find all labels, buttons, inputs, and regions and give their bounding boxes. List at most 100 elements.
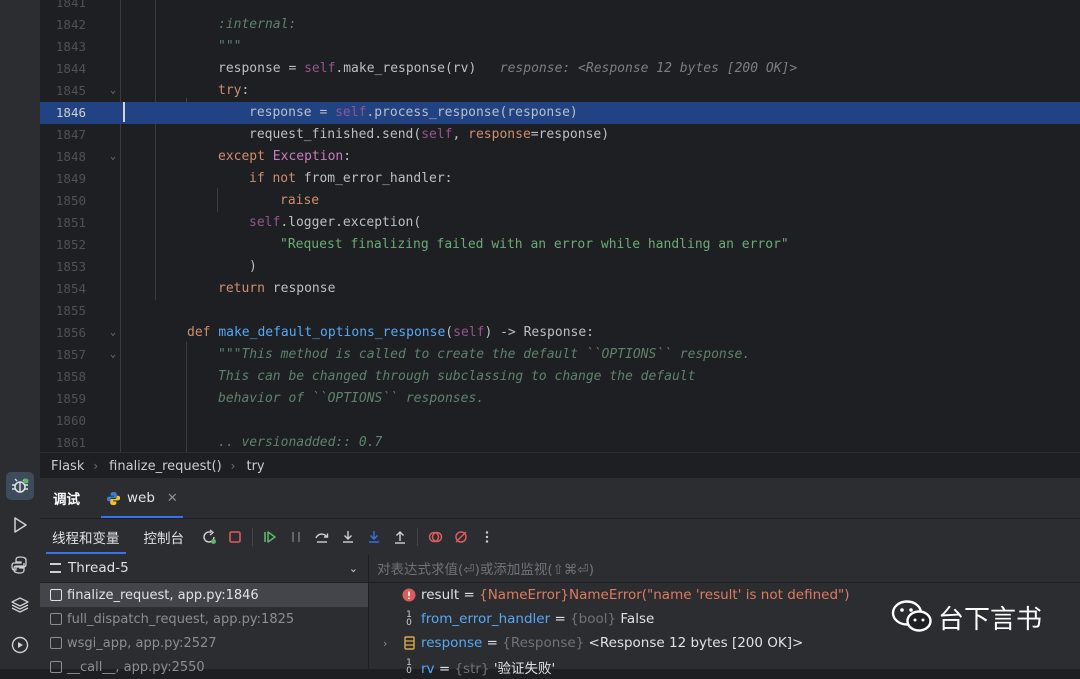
primitive-icon: 10 — [406, 610, 412, 628]
code-token: response — [468, 127, 531, 142]
step-out-button[interactable] — [387, 524, 413, 550]
chevron-right-icon[interactable]: › — [383, 637, 387, 650]
code-line[interactable]: 1846 response = self.process_response(res… — [40, 102, 1080, 124]
pause-button[interactable] — [283, 524, 309, 550]
variable-value: '验证失败' — [493, 661, 556, 677]
code-line[interactable]: 1860 — [40, 410, 1080, 432]
line-number: 1849 — [55, 171, 86, 186]
code-line[interactable]: 1850 raise — [40, 190, 1080, 212]
tab-threads-variables[interactable]: 线程和变量 — [40, 519, 132, 554]
stop-button[interactable] — [222, 524, 248, 550]
line-number: 1846 — [55, 105, 86, 120]
step-into-button[interactable] — [335, 524, 361, 550]
run-tool-button[interactable] — [6, 511, 34, 539]
code-token: response: <Response 12 bytes [200 OK]> — [476, 61, 798, 76]
close-icon[interactable]: ✕ — [167, 491, 178, 506]
fold-marker-icon[interactable]: ⌄ — [110, 344, 120, 366]
variable-row[interactable]: 10 rv = {str} '验证失败' — [369, 655, 1080, 679]
code-line[interactable]: 1843 """ — [40, 36, 1080, 58]
line-number: 1858 — [55, 369, 86, 384]
step-over-button[interactable] — [309, 524, 335, 550]
breakpoints-icon — [428, 531, 443, 542]
debug-tabs: 调试 web ✕ — [40, 478, 1080, 519]
stack-frame[interactable]: wsgi_app, app.py:2527 — [40, 631, 368, 655]
tab-web-session[interactable]: web ✕ — [93, 478, 191, 518]
code-line[interactable]: 1842 :internal: — [40, 14, 1080, 36]
code-line[interactable]: 1853) — [40, 256, 1080, 278]
code-line[interactable]: 1855 — [40, 300, 1080, 322]
code-line[interactable]: 1861 .. versionadded:: 0.7 — [40, 432, 1080, 452]
resume-button[interactable] — [257, 524, 283, 550]
code-line[interactable]: 1851 self.logger.exception( — [40, 212, 1080, 234]
stack-frame[interactable]: __call__, app.py:2550 — [40, 655, 368, 679]
frame-icon — [50, 613, 62, 625]
layers-tool-button[interactable] — [6, 591, 34, 619]
code-line[interactable]: 1856 ⌄ def make_default_options_response(s… — [40, 322, 1080, 344]
code-line[interactable]: 1844 response = self.make_response(rv) re… — [40, 58, 1080, 80]
code-token: request_finished.send( — [249, 127, 422, 142]
code-token: : — [343, 149, 352, 164]
code-token: .make_response(rv) — [335, 61, 477, 76]
code-text: self.logger.exception( — [249, 212, 421, 234]
code-token: .. versionadded:: 0.7 — [218, 435, 383, 450]
line-number: 1844 — [55, 61, 86, 76]
thread-selector[interactable]: Thread-5 ⌄ — [40, 554, 368, 583]
tab-console[interactable]: 控制台 — [132, 519, 197, 554]
code-token: : — [241, 83, 250, 98]
code-token: try — [218, 83, 242, 98]
code-line[interactable]: 1845 ⌄ try: — [40, 80, 1080, 102]
watermark: 台下言书 — [890, 598, 1042, 636]
breadcrumb-item-function[interactable]: finalize_request() — [109, 459, 222, 474]
code-token: raise — [280, 193, 320, 208]
variable-value: <Response 12 bytes [200 OK]> — [588, 635, 804, 651]
code-line[interactable]: 1848 ⌄ except Exception: — [40, 146, 1080, 168]
code-token: Exception — [272, 149, 344, 164]
code-text: "Request finalizing failed with an error… — [280, 234, 789, 256]
python-icon — [11, 556, 27, 574]
code-line[interactable]: 1849 if not from_error_handler: — [40, 168, 1080, 190]
code-line[interactable]: 1852 "Request finalizing failed with an e… — [40, 234, 1080, 256]
frames-panel: Thread-5 ⌄ finalize_request, app.py:1846… — [40, 554, 369, 675]
text-caret — [123, 102, 125, 122]
mute-breakpoints-button[interactable] — [448, 524, 474, 550]
fold-marker-icon[interactable]: ⌄ — [110, 322, 120, 344]
fold-marker-icon[interactable]: ⌄ — [110, 146, 120, 168]
line-number: 1845 — [55, 83, 86, 98]
stack-frame[interactable]: full_dispatch_request, app.py:1825 — [40, 607, 368, 631]
line-number: 1842 — [55, 17, 86, 32]
code-token: :internal: — [218, 17, 297, 32]
wechat-icon — [891, 600, 932, 632]
breadcrumb-item-class[interactable]: Flask — [51, 459, 84, 474]
rerun-button[interactable] — [196, 524, 222, 550]
breadcrumb-item-block[interactable]: try — [246, 459, 264, 474]
line-number: 1841 — [55, 0, 86, 10]
services-icon — [11, 636, 29, 654]
fold-marker-icon[interactable]: ⌄ — [110, 80, 120, 102]
debug-tool-button[interactable] — [6, 472, 34, 500]
error-icon — [402, 588, 416, 602]
code-line[interactable]: 1841 — [40, 0, 1080, 14]
view-breakpoints-button[interactable] — [422, 524, 448, 550]
code-editor[interactable]: 1841 1842:internal: 1843 """ 1844 response = … — [40, 0, 1080, 452]
python-console-button[interactable] — [6, 551, 34, 579]
mute-breakpoints-icon — [455, 530, 467, 543]
python-icon — [106, 491, 121, 505]
line-number: 1853 — [55, 259, 86, 274]
code-token: response = — [218, 61, 305, 76]
code-line[interactable]: 1857 ⌄ """This method is called to create … — [40, 344, 1080, 366]
code-line[interactable]: 1854 return response — [40, 278, 1080, 300]
code-text: request_finished.send(self, response=res… — [249, 124, 609, 146]
variable-value: NameError("name 'result' is not defined"… — [569, 587, 850, 603]
step-into-my-code-button[interactable] — [361, 524, 387, 550]
line-number: 1843 — [55, 39, 86, 54]
code-line[interactable]: 1847 request_finished.send(self, response… — [40, 124, 1080, 146]
evaluate-expression-input[interactable]: 对表达式求值(⏎)或添加监视(⇧⌘⏎) — [369, 554, 1080, 583]
code-line[interactable]: 1858 This can be changed through subclass… — [40, 366, 1080, 388]
code-token: self — [304, 61, 336, 76]
code-line[interactable]: 1859 behavior of ``OPTIONS`` responses. — [40, 388, 1080, 410]
code-text: if not from_error_handler: — [249, 168, 453, 190]
services-tool-button[interactable] — [6, 631, 34, 659]
stack-frame[interactable]: finalize_request, app.py:1846 — [40, 583, 368, 607]
code-text: raise — [280, 190, 319, 212]
more-options-button[interactable] — [474, 524, 500, 550]
